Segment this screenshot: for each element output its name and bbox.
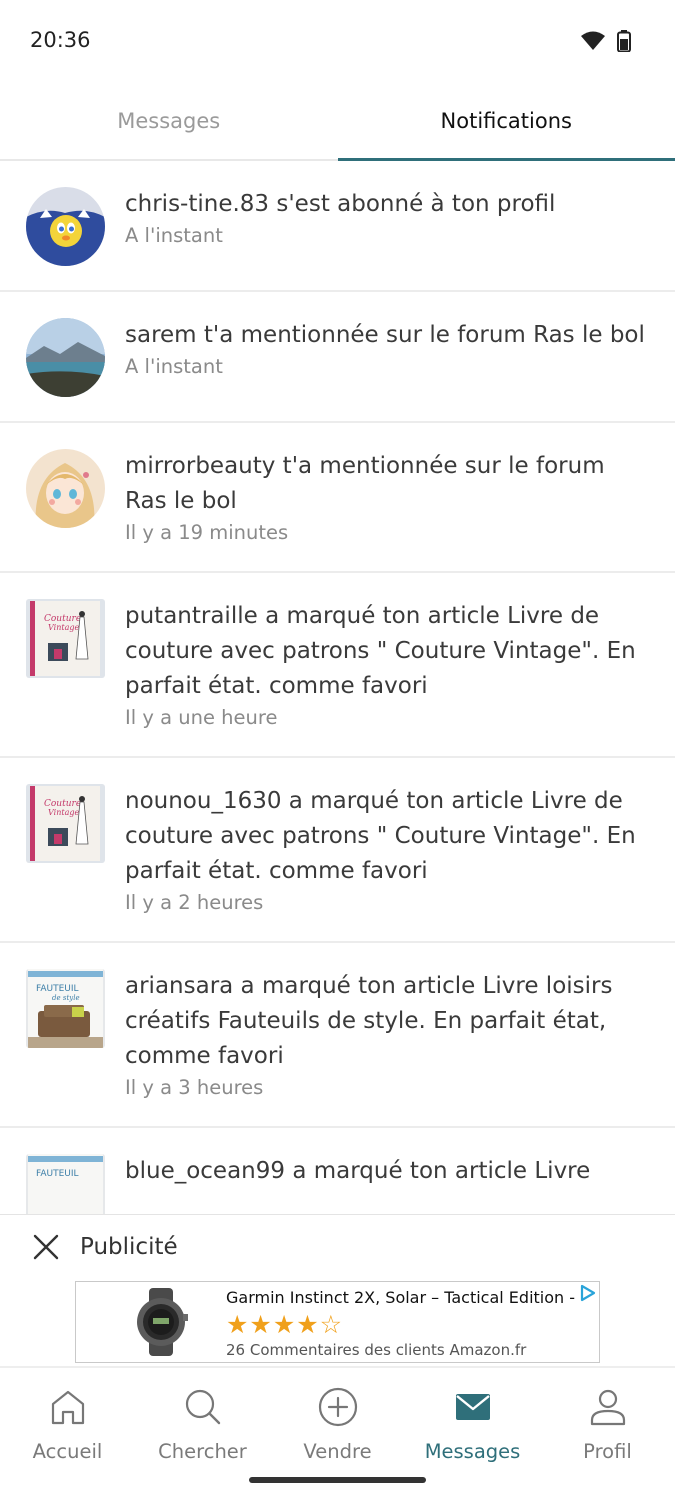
ad-header: Publicité [32,1233,178,1261]
svg-text:FAUTEUIL: FAUTEUIL [36,984,79,994]
couture-vintage-book-thumbnail: Couture Vintage [26,599,105,678]
plus-circle-icon [318,1387,357,1427]
adchoices-icon[interactable] [579,1284,597,1302]
battery-icon [617,30,631,52]
tab-messages[interactable]: Messages [0,82,338,159]
tweety-avatar [26,187,105,266]
notification-message: putantraille a marqué ton article Livre … [125,603,636,699]
status-bar: 20:36 [0,0,675,82]
person-icon [590,1389,625,1426]
home-icon [51,1390,84,1425]
rating-stars-empty: ☆ [319,1310,344,1339]
notification-item[interactable]: Couture Vintage putantraille a marqué to… [0,573,675,758]
fauteuil-book-thumbnail: FAUTEUIL de style [26,969,105,1048]
fauteuil-book-thumbnail: FAUTEUIL [26,1154,105,1214]
notification-item[interactable]: FAUTEUIL de style ariansara a marqué ton… [0,943,675,1128]
svg-text:FAUTEUIL: FAUTEUIL [36,1169,79,1179]
status-time: 20:36 [30,28,91,52]
notification-item[interactable]: Couture Vintage nounou_1630 a marqué ton… [0,758,675,943]
notification-time: A l'instant [125,355,223,378]
notification-item[interactable]: chris-tine.83 s'est abonné à ton profil … [0,161,675,292]
nav-label: Chercher [158,1440,247,1463]
mail-icon [455,1394,490,1420]
wifi-icon [581,31,605,50]
notification-time: Il y a une heure [125,706,278,729]
notification-item[interactable]: sarem t'a mentionnée sur le forum Ras le… [0,292,675,423]
home-indicator[interactable] [249,1477,426,1483]
search-icon [185,1389,220,1425]
ad-title: Garmin Instinct 2X, Solar – Tactical Edi… [226,1288,576,1307]
ad-card[interactable]: Garmin Instinct 2X, Solar – Tactical Edi… [75,1281,600,1363]
nav-label: Accueil [32,1440,103,1463]
status-icons [581,30,631,52]
notification-time: Il y a 2 heures [125,891,264,914]
nav-profile[interactable]: Profil [540,1370,675,1500]
notification-message: sarem t'a mentionnée sur le forum Ras le… [125,322,645,348]
svg-text:Vintage: Vintage [48,808,79,817]
anime-girl-avatar [26,449,105,528]
watch-image [137,1288,188,1356]
rating-stars-full: ★★★★ [226,1310,320,1339]
nav-home[interactable]: Accueil [0,1370,135,1500]
couture-vintage-book-thumbnail: Couture Vintage [26,784,105,863]
notification-time: Il y a 3 heures [125,1076,264,1099]
notification-time: Il y a 19 minutes [125,521,289,544]
ad-reviews: 26 Commentaires des clients Amazon.fr [226,1341,527,1359]
tab-bar: Messages Notifications [0,82,675,161]
nav-label: Vendre [303,1440,372,1463]
notification-message: chris-tine.83 s'est abonné à ton profil [125,191,556,217]
notification-message: mirrorbeauty t'a mentionnée sur le forum… [125,453,605,514]
nav-label: Profil [583,1440,632,1463]
notification-message: ariansara a marqué ton article Livre loi… [125,973,613,1069]
ad-banner: Publicité Garmin Instinct 2X, Solar – Ta… [0,1214,675,1368]
notification-list[interactable]: chris-tine.83 s'est abonné à ton profil … [0,161,675,1214]
notification-message: blue_ocean99 a marqué ton article Livre [125,1158,591,1184]
close-icon[interactable] [32,1233,60,1261]
notification-item[interactable]: FAUTEUIL blue_ocean99 a marqué ton artic… [0,1128,675,1214]
landscape-avatar [26,318,105,397]
nav-label: Messages [424,1440,521,1463]
notification-time: A l'instant [125,224,223,247]
tab-notifications[interactable]: Notifications [337,82,675,161]
notification-item[interactable]: mirrorbeauty t'a mentionnée sur le forum… [0,423,675,573]
svg-text:de style: de style [52,994,80,1002]
ad-label: Publicité [80,1234,178,1260]
notification-message: nounou_1630 a marqué ton article Livre d… [125,788,636,884]
svg-text:Vintage: Vintage [48,623,79,632]
ad-rating: ★★★★☆ [226,1312,343,1338]
